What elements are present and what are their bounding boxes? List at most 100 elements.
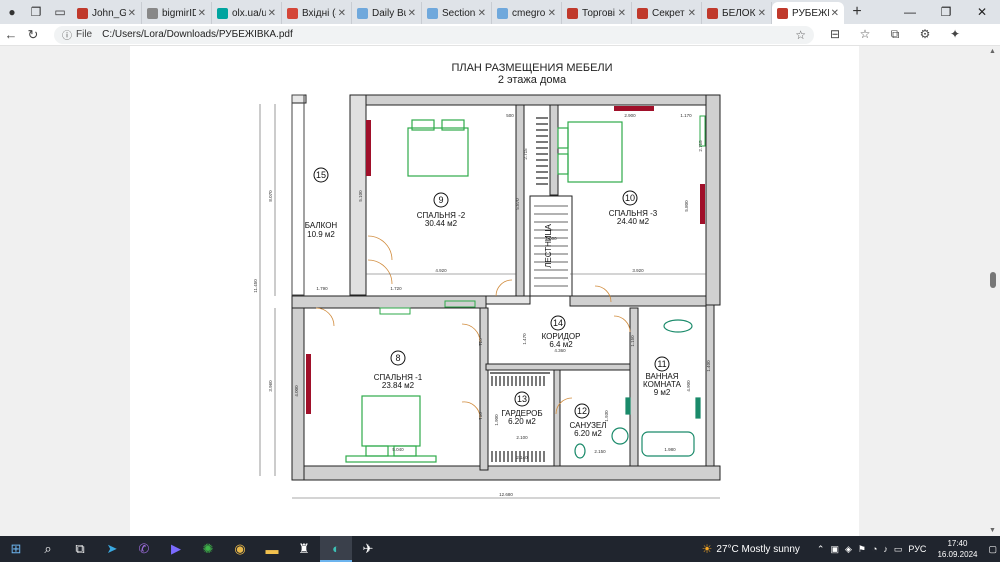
- tab-close-icon[interactable]: ✕: [268, 8, 276, 19]
- url-text[interactable]: C:/Users/Lora/Downloads/РУБЕЖІВКА.pdf: [102, 29, 293, 40]
- pdf-page: ПЛАН РАЗМЕЩЕНИЯ МЕБЕЛИ 2 этажа дома 15 Б…: [130, 46, 859, 536]
- close-window-button[interactable]: ✕: [964, 5, 1000, 19]
- profile-icon[interactable]: ●: [0, 0, 24, 24]
- telegram-icon[interactable]: ➤: [96, 536, 128, 562]
- tab-favicon-icon: [147, 7, 158, 19]
- tab-close-icon[interactable]: ✕: [831, 8, 839, 19]
- task-view-icon[interactable]: ⧉: [64, 536, 96, 562]
- browser-tab[interactable]: olx.ua/uk✕: [212, 2, 282, 24]
- room-13: 13 ГАРДЕРОБ 6.20 м2: [501, 391, 543, 426]
- browser-tab[interactable]: Секрет н✕: [632, 2, 702, 24]
- favorite-star-icon[interactable]: ☆: [795, 28, 806, 42]
- tab-close-icon[interactable]: ✕: [618, 8, 626, 19]
- tab-label: РУБЕЖІВ: [792, 7, 829, 19]
- notification-icon[interactable]: ▢: [988, 544, 997, 555]
- dim-d5: 1.400: [706, 360, 711, 372]
- browser-tab[interactable]: bigmirIDi✕: [142, 2, 212, 24]
- tab-favicon-icon: [427, 7, 438, 19]
- room-number: 8: [395, 353, 400, 363]
- chrome-icon[interactable]: ◉: [224, 536, 256, 562]
- tab-actions-icon[interactable]: ▭: [48, 0, 72, 24]
- dim-top2: 2.900: [624, 113, 636, 118]
- split-screen-icon[interactable]: ⊟: [820, 27, 850, 42]
- battery-icon[interactable]: ▭: [894, 544, 903, 555]
- tray-app-icon-2[interactable]: ◈: [845, 544, 852, 555]
- dim-d3: 1.000: [545, 236, 557, 241]
- room-area: 30.44 м2: [425, 219, 458, 228]
- weather-widget[interactable]: ☀ 27°C Mostly sunny: [702, 542, 800, 556]
- tab-close-icon[interactable]: ✕: [478, 8, 486, 19]
- new-tab-button[interactable]: +: [844, 3, 870, 21]
- tab-close-icon[interactable]: ✕: [548, 8, 556, 19]
- plan-title: ПЛАН РАЗМЕЩЕНИЯ МЕБЕЛИ: [451, 62, 612, 74]
- volume-icon[interactable]: ♪: [883, 544, 888, 554]
- browser-tab[interactable]: John_Gra✕: [72, 2, 142, 24]
- wifi-icon[interactable]: ◔: [872, 544, 877, 554]
- room-area: 9 м2: [654, 388, 671, 397]
- tray-app-icon[interactable]: ▣: [830, 544, 839, 555]
- dim-d12: 1.150: [630, 335, 635, 347]
- room-area: 24.40 м2: [617, 217, 650, 226]
- dim-d9: 700: [478, 412, 483, 420]
- dim-top3: 1.170: [680, 113, 692, 118]
- media-player-icon[interactable]: ▶: [160, 536, 192, 562]
- dim-top1: 500: [506, 113, 514, 118]
- tab-close-icon[interactable]: ✕: [688, 8, 696, 19]
- tab-close-icon[interactable]: ✕: [758, 8, 766, 19]
- workspaces-icon[interactable]: ❐: [24, 0, 48, 24]
- browser-tab[interactable]: БЕЛОК.pd✕: [702, 2, 772, 24]
- dim-bed1-w: 5.040: [392, 447, 404, 452]
- app-gear-icon[interactable]: ✺: [192, 536, 224, 562]
- flag-icon[interactable]: ⚑: [858, 544, 866, 555]
- file-explorer-icon[interactable]: ▬: [256, 536, 288, 562]
- app-icon[interactable]: ♜: [288, 536, 320, 562]
- tab-label: Section3: [442, 7, 476, 19]
- scroll-up-icon[interactable]: ▲: [989, 48, 996, 55]
- browser-tab[interactable]: cmegrou✕: [492, 2, 562, 24]
- url-field[interactable]: ⓘ File C:/Users/Lora/Downloads/РУБЕЖІВКА…: [54, 25, 814, 44]
- dim-bath-w: 1.980: [664, 447, 676, 452]
- back-button[interactable]: ←: [0, 27, 22, 42]
- browser-tab[interactable]: РУБЕЖІВ✕: [772, 2, 844, 24]
- tab-close-icon[interactable]: ✕: [198, 8, 206, 19]
- info-icon[interactable]: ⓘ: [62, 27, 72, 42]
- reload-button[interactable]: ↻: [22, 27, 44, 43]
- language-indicator[interactable]: РУС: [908, 544, 926, 554]
- favorites-icon[interactable]: ☆: [850, 27, 880, 42]
- tab-close-icon[interactable]: ✕: [128, 8, 136, 19]
- app-icon-2[interactable]: ✈: [352, 536, 384, 562]
- browser-tab[interactable]: Section3✕: [422, 2, 492, 24]
- dim-d11: 1.900: [494, 414, 499, 426]
- scroll-down-icon[interactable]: ▼: [989, 527, 996, 534]
- plan-subtitle: 2 этажа дома: [498, 74, 567, 86]
- room-15: 15 БАЛКОН 10.9 м2: [305, 167, 337, 239]
- search-icon[interactable]: ⌕: [32, 536, 64, 562]
- maximize-button[interactable]: ❐: [928, 5, 964, 19]
- browser-tab[interactable]: Торгові ✕: [562, 2, 632, 24]
- clock[interactable]: 17:40 16.09.2024: [937, 538, 977, 560]
- start-button[interactable]: ⊞: [0, 536, 32, 562]
- stair-label: ЛЕСТНИЦА: [544, 223, 553, 267]
- browser-tab[interactable]: Вхідні (4✕: [282, 2, 352, 24]
- dim-d13: 1.930: [604, 410, 609, 422]
- tab-label: БЕЛОК.pd: [722, 7, 756, 19]
- dim-bed2-w: 4.920: [435, 268, 447, 273]
- tab-label: bigmirIDi: [162, 7, 196, 19]
- tab-close-icon[interactable]: ✕: [338, 8, 346, 19]
- chevron-up-icon[interactable]: ⌃: [817, 544, 825, 555]
- viber-icon[interactable]: ✆: [128, 536, 160, 562]
- dim-d1: 5.870: [515, 198, 520, 210]
- edge-icon[interactable]: ◐: [320, 536, 352, 562]
- extensions-icon[interactable]: ⚙: [910, 27, 940, 42]
- scroll-thumb[interactable]: [990, 272, 996, 288]
- dim-total-w: 12.680: [499, 492, 513, 497]
- minimize-button[interactable]: —: [892, 5, 928, 19]
- clock-date: 16.09.2024: [937, 550, 978, 559]
- collections-icon[interactable]: ⧉: [880, 27, 910, 42]
- tab-close-icon[interactable]: ✕: [408, 8, 416, 19]
- tab-favicon-icon: [777, 7, 788, 19]
- copilot-icon[interactable]: ✦: [940, 27, 970, 42]
- dim-d6: 4.900: [686, 380, 691, 392]
- vertical-scrollbar[interactable]: ▲ ▼: [986, 46, 1000, 536]
- browser-tab[interactable]: Daily Bul✕: [352, 2, 422, 24]
